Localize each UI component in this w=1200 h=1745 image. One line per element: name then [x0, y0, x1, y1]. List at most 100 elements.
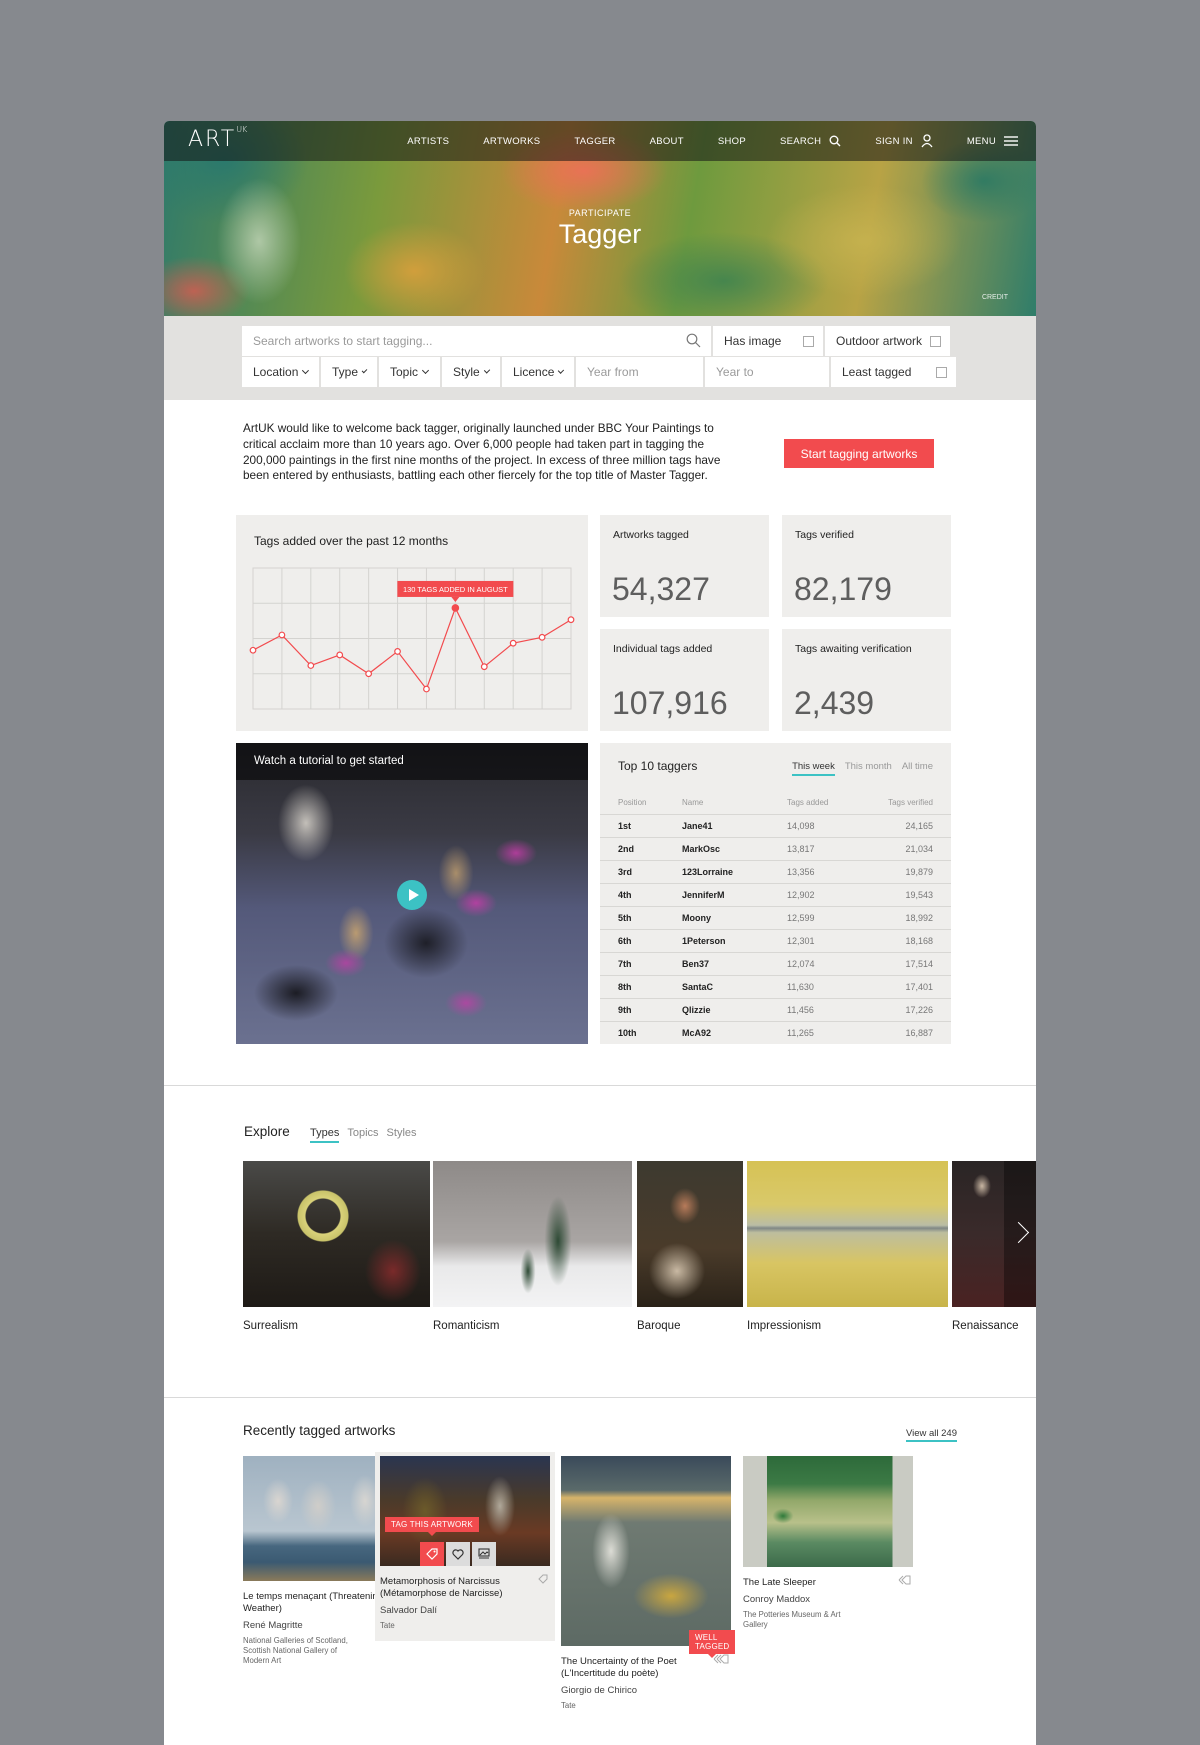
artwork-card-highlighted[interactable]: TAG THIS ARTWORK Metamorphosis of Narcis…: [375, 1452, 555, 1641]
table-row: 5th Moony 12,599 18,992: [600, 906, 951, 929]
artwork-card[interactable]: The Late Sleeper Conroy Maddox The Potte…: [743, 1456, 913, 1630]
tab-topics[interactable]: Topics: [347, 1127, 378, 1143]
checkbox-icon[interactable]: [936, 367, 947, 378]
artuk-logo[interactable]: ARTUK: [188, 125, 247, 152]
stat-label: Individual tags added: [613, 643, 713, 655]
chart-point: [567, 616, 575, 624]
play-icon[interactable]: [397, 880, 427, 910]
cell-tags-verified: 19,879: [905, 867, 933, 877]
explore-item-baroque[interactable]: Baroque: [637, 1161, 743, 1332]
checkbox-icon[interactable]: [803, 336, 814, 347]
view-image-button[interactable]: [472, 1542, 496, 1566]
tab-this-week[interactable]: This week: [792, 761, 835, 776]
col-tags-verified: Tags verified: [888, 798, 933, 807]
chart-title: Tags added over the past 12 months: [254, 534, 449, 548]
cell-name[interactable]: JenniferM: [682, 890, 725, 900]
nav-sign-in[interactable]: SIGN IN: [875, 134, 933, 148]
stat-individual-tags-added: Individual tags added 107,916: [600, 629, 769, 731]
explore-item-romanticism[interactable]: Romanticism: [433, 1161, 632, 1332]
search-input[interactable]: Search artworks to start tagging...: [242, 326, 711, 356]
chart-point: [365, 670, 373, 678]
chevron-down-icon: [302, 367, 310, 374]
least-tagged-checkbox[interactable]: Least tagged: [831, 357, 956, 387]
nav-menu[interactable]: MENU: [967, 136, 1018, 147]
nav-tagger[interactable]: TAGGER: [574, 136, 615, 147]
cell-name[interactable]: Jane41: [682, 821, 713, 831]
nav-artworks[interactable]: ARTWORKS: [483, 136, 540, 147]
cell-name[interactable]: SantaC: [682, 982, 713, 992]
artwork-artist: Conroy Maddox: [743, 1594, 811, 1605]
cell-tags-verified: 18,992: [905, 913, 933, 923]
cell-name[interactable]: Qlizzie: [682, 1005, 711, 1015]
cell-name[interactable]: MarkOsc: [682, 844, 720, 854]
cell-tags-verified: 17,514: [905, 959, 933, 969]
chart-point: [394, 648, 401, 655]
year-to-input[interactable]: Year to: [705, 357, 829, 387]
checkbox-icon[interactable]: [930, 336, 941, 347]
chevron-down-icon: [483, 367, 491, 374]
well-tagged-badge: WELL TAGGED: [689, 1630, 736, 1658]
explore-title: Explore: [244, 1124, 290, 1139]
artwork-collection: National Galleries of Scotland, Scottish…: [243, 1636, 348, 1665]
tab-all-time[interactable]: All time: [902, 761, 933, 776]
topic-dropdown[interactable]: Topic: [379, 357, 440, 387]
view-all-link[interactable]: View all 249: [905, 1428, 957, 1442]
stat-label: Tags awaiting verification: [795, 643, 912, 655]
cell-name[interactable]: McA92: [682, 1028, 711, 1038]
search-icon[interactable]: [686, 333, 701, 348]
nav-artists[interactable]: ARTISTS: [407, 136, 449, 147]
tab-this-month[interactable]: This month: [845, 761, 892, 776]
stat-artworks-tagged: Artworks tagged 54,327: [600, 515, 769, 617]
cell-tags-added: 14,098: [787, 821, 815, 831]
location-dropdown[interactable]: Location: [242, 357, 319, 387]
type-dropdown[interactable]: Type: [321, 357, 377, 387]
table-row: 1st Jane41 14,098 24,165: [600, 814, 951, 837]
artwork-artist: Salvador Dalí: [380, 1605, 438, 1616]
cell-name[interactable]: Ben37: [682, 959, 709, 969]
table-row: 3rd 123Lorraine 13,356 19,879: [600, 860, 951, 883]
licence-dropdown[interactable]: Licence: [502, 357, 574, 387]
cell-position: 7th: [618, 959, 632, 969]
explore-item-impressionism[interactable]: Impressionism: [747, 1161, 948, 1332]
start-tagging-button[interactable]: Start tagging artworks: [784, 439, 934, 468]
licence-label: Licence: [513, 365, 555, 379]
explore-label: Renaissance: [952, 1320, 1019, 1332]
cell-name[interactable]: 1Peterson: [682, 936, 726, 946]
cell-position: 2nd: [618, 844, 635, 854]
type-label: Type: [332, 365, 359, 379]
nav-about[interactable]: ABOUT: [650, 136, 684, 147]
tag-artwork-button[interactable]: [420, 1542, 444, 1566]
tutorial-video[interactable]: Watch a tutorial to get started: [236, 743, 588, 1044]
outdoor-artwork-checkbox[interactable]: Outdoor artwork: [825, 326, 950, 356]
style-dropdown[interactable]: Style: [442, 357, 500, 387]
artwork-card[interactable]: WELL TAGGED The Uncertainty of the Poet …: [561, 1456, 736, 1711]
artwork-image: TAG THIS ARTWORK: [380, 1456, 550, 1566]
cell-tags-added: 11,630: [787, 982, 814, 992]
cell-name[interactable]: Moony: [682, 913, 711, 923]
table-row: 6th 1Peterson 12,301 18,168: [600, 929, 951, 952]
cell-name[interactable]: 123Lorraine: [682, 867, 733, 877]
year-from-input[interactable]: Year from: [576, 357, 703, 387]
table-row: 8th SantaC 11,630 17,401: [600, 975, 951, 998]
tab-types[interactable]: Types: [310, 1127, 340, 1143]
nav-search[interactable]: SEARCH: [780, 135, 841, 147]
tag-this-artwork-tooltip: TAG THIS ARTWORK: [385, 1517, 479, 1536]
image-credit-link[interactable]: CREDIT: [982, 294, 1008, 301]
romanticism-image: [433, 1161, 632, 1307]
stat-label: Tags verified: [795, 529, 854, 541]
cell-position: 6th: [618, 936, 632, 946]
favourite-button[interactable]: [446, 1542, 470, 1566]
chevron-right-icon[interactable]: [1004, 1161, 1036, 1307]
stat-value: 107,916: [612, 685, 728, 721]
has-image-checkbox[interactable]: Has image: [713, 326, 823, 356]
top-taggers-title: Top 10 taggers: [618, 759, 698, 773]
nav-shop[interactable]: SHOP: [718, 136, 746, 147]
year-to-placeholder: Year to: [716, 365, 754, 379]
cell-position: 3rd: [618, 867, 633, 877]
cell-tags-verified: 18,168: [905, 936, 933, 946]
explore-item-surrealism[interactable]: Surrealism: [243, 1161, 430, 1332]
outdoor-artwork-label: Outdoor artwork: [836, 334, 923, 348]
image-icon: [478, 1548, 490, 1559]
tab-styles[interactable]: Styles: [387, 1127, 417, 1143]
chart-point-highlight: [451, 604, 460, 612]
